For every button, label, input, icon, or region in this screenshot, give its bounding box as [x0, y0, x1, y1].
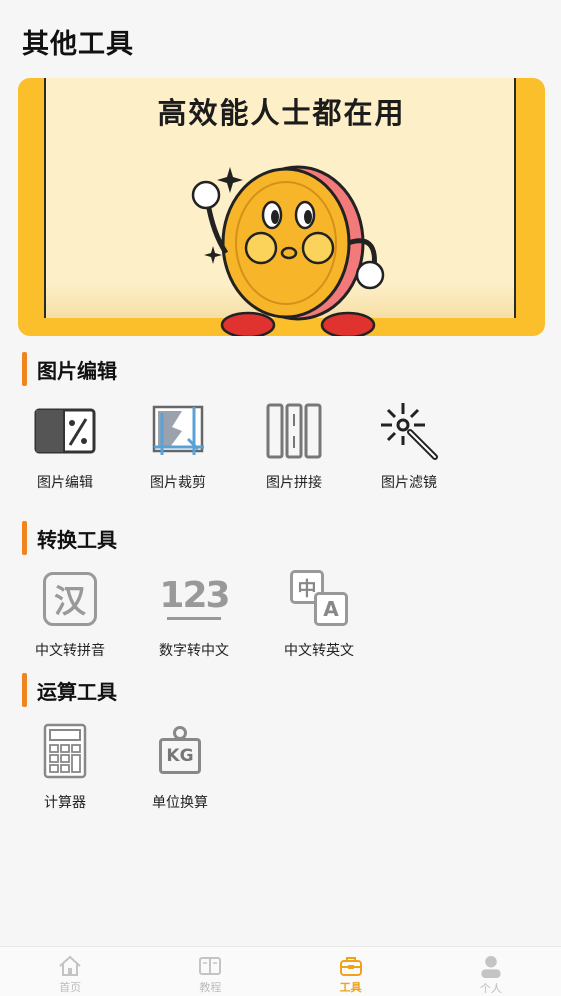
promo-banner[interactable]: 高效能人士都在用	[18, 78, 545, 336]
tool-label: 中文转拼音	[35, 643, 105, 659]
section-title: 转换工具	[37, 527, 117, 552]
tab-label: 工具	[339, 981, 362, 994]
tool-calculator[interactable]: 计算器	[10, 716, 120, 812]
calculator-icon	[30, 716, 100, 786]
tool-label: 计算器	[44, 795, 86, 811]
weight-kg-icon: KG	[145, 716, 215, 786]
translate-glyph-en: A	[314, 592, 348, 626]
tool-image-stitch[interactable]: 图片拼接	[239, 396, 349, 492]
hanzi-glyph: 汉	[43, 572, 97, 626]
tab-label: 教程	[199, 981, 222, 994]
tool-label: 数字转中文	[159, 643, 229, 659]
tool-image-crop[interactable]: 图片裁剪	[123, 396, 233, 492]
home-icon	[59, 955, 81, 976]
toolbox-icon	[339, 957, 362, 976]
tool-chinese-to-pinyin[interactable]: 汉 中文转拼音	[15, 564, 125, 660]
tool-label: 图片编辑	[37, 475, 93, 491]
section-calc: 运算工具	[22, 673, 117, 707]
banner-text: 高效能人士都在用	[157, 96, 406, 130]
page-title: 其他工具	[22, 29, 134, 60]
tool-label: 图片裁剪	[150, 475, 206, 491]
image-edit-icon	[30, 396, 100, 466]
tool-image-filter[interactable]: 图片滤镜	[354, 396, 464, 492]
section-accent-bar	[22, 521, 27, 555]
section-title: 运算工具	[37, 679, 117, 704]
coin-mascot-illustration	[191, 165, 385, 336]
numbers-glyph: 123	[159, 575, 230, 616]
tool-label: 单位换算	[152, 795, 208, 811]
section-image-edit: 图片编辑	[22, 352, 117, 386]
tool-label: 图片拼接	[266, 475, 322, 491]
bottom-tab-bar: 首页 教程 工具 个人	[0, 946, 561, 996]
tool-number-to-chinese[interactable]: 123 数字转中文	[139, 564, 249, 660]
image-stitch-icon	[259, 396, 329, 466]
tool-chinese-to-english[interactable]: 中 A 中文转英文	[264, 564, 374, 660]
tab-tools[interactable]: 工具	[281, 947, 421, 996]
person-icon	[481, 955, 501, 978]
section-convert: 转换工具	[22, 521, 117, 555]
section-accent-bar	[22, 673, 27, 707]
translate-icon: 中 A	[284, 564, 354, 634]
book-icon	[199, 957, 222, 975]
hanzi-icon: 汉	[35, 564, 105, 634]
tool-label: 图片滤镜	[381, 475, 437, 491]
section-accent-bar	[22, 352, 27, 386]
numbers-underline	[167, 617, 221, 620]
tool-label: 中文转英文	[284, 643, 354, 659]
tab-label: 首页	[59, 981, 82, 994]
tool-image-edit[interactable]: 图片编辑	[10, 396, 120, 492]
tab-label: 个人	[479, 982, 502, 995]
magic-wand-icon	[374, 396, 444, 466]
tab-home[interactable]: 首页	[0, 947, 140, 996]
tab-tutorial[interactable]: 教程	[140, 947, 280, 996]
weight-glyph: KG	[159, 738, 201, 774]
numbers-icon: 123	[159, 564, 231, 634]
tab-profile[interactable]: 个人	[421, 947, 561, 996]
section-title: 图片编辑	[37, 358, 117, 383]
tool-unit-conversion[interactable]: KG 单位换算	[125, 716, 235, 812]
image-crop-icon	[143, 396, 213, 466]
